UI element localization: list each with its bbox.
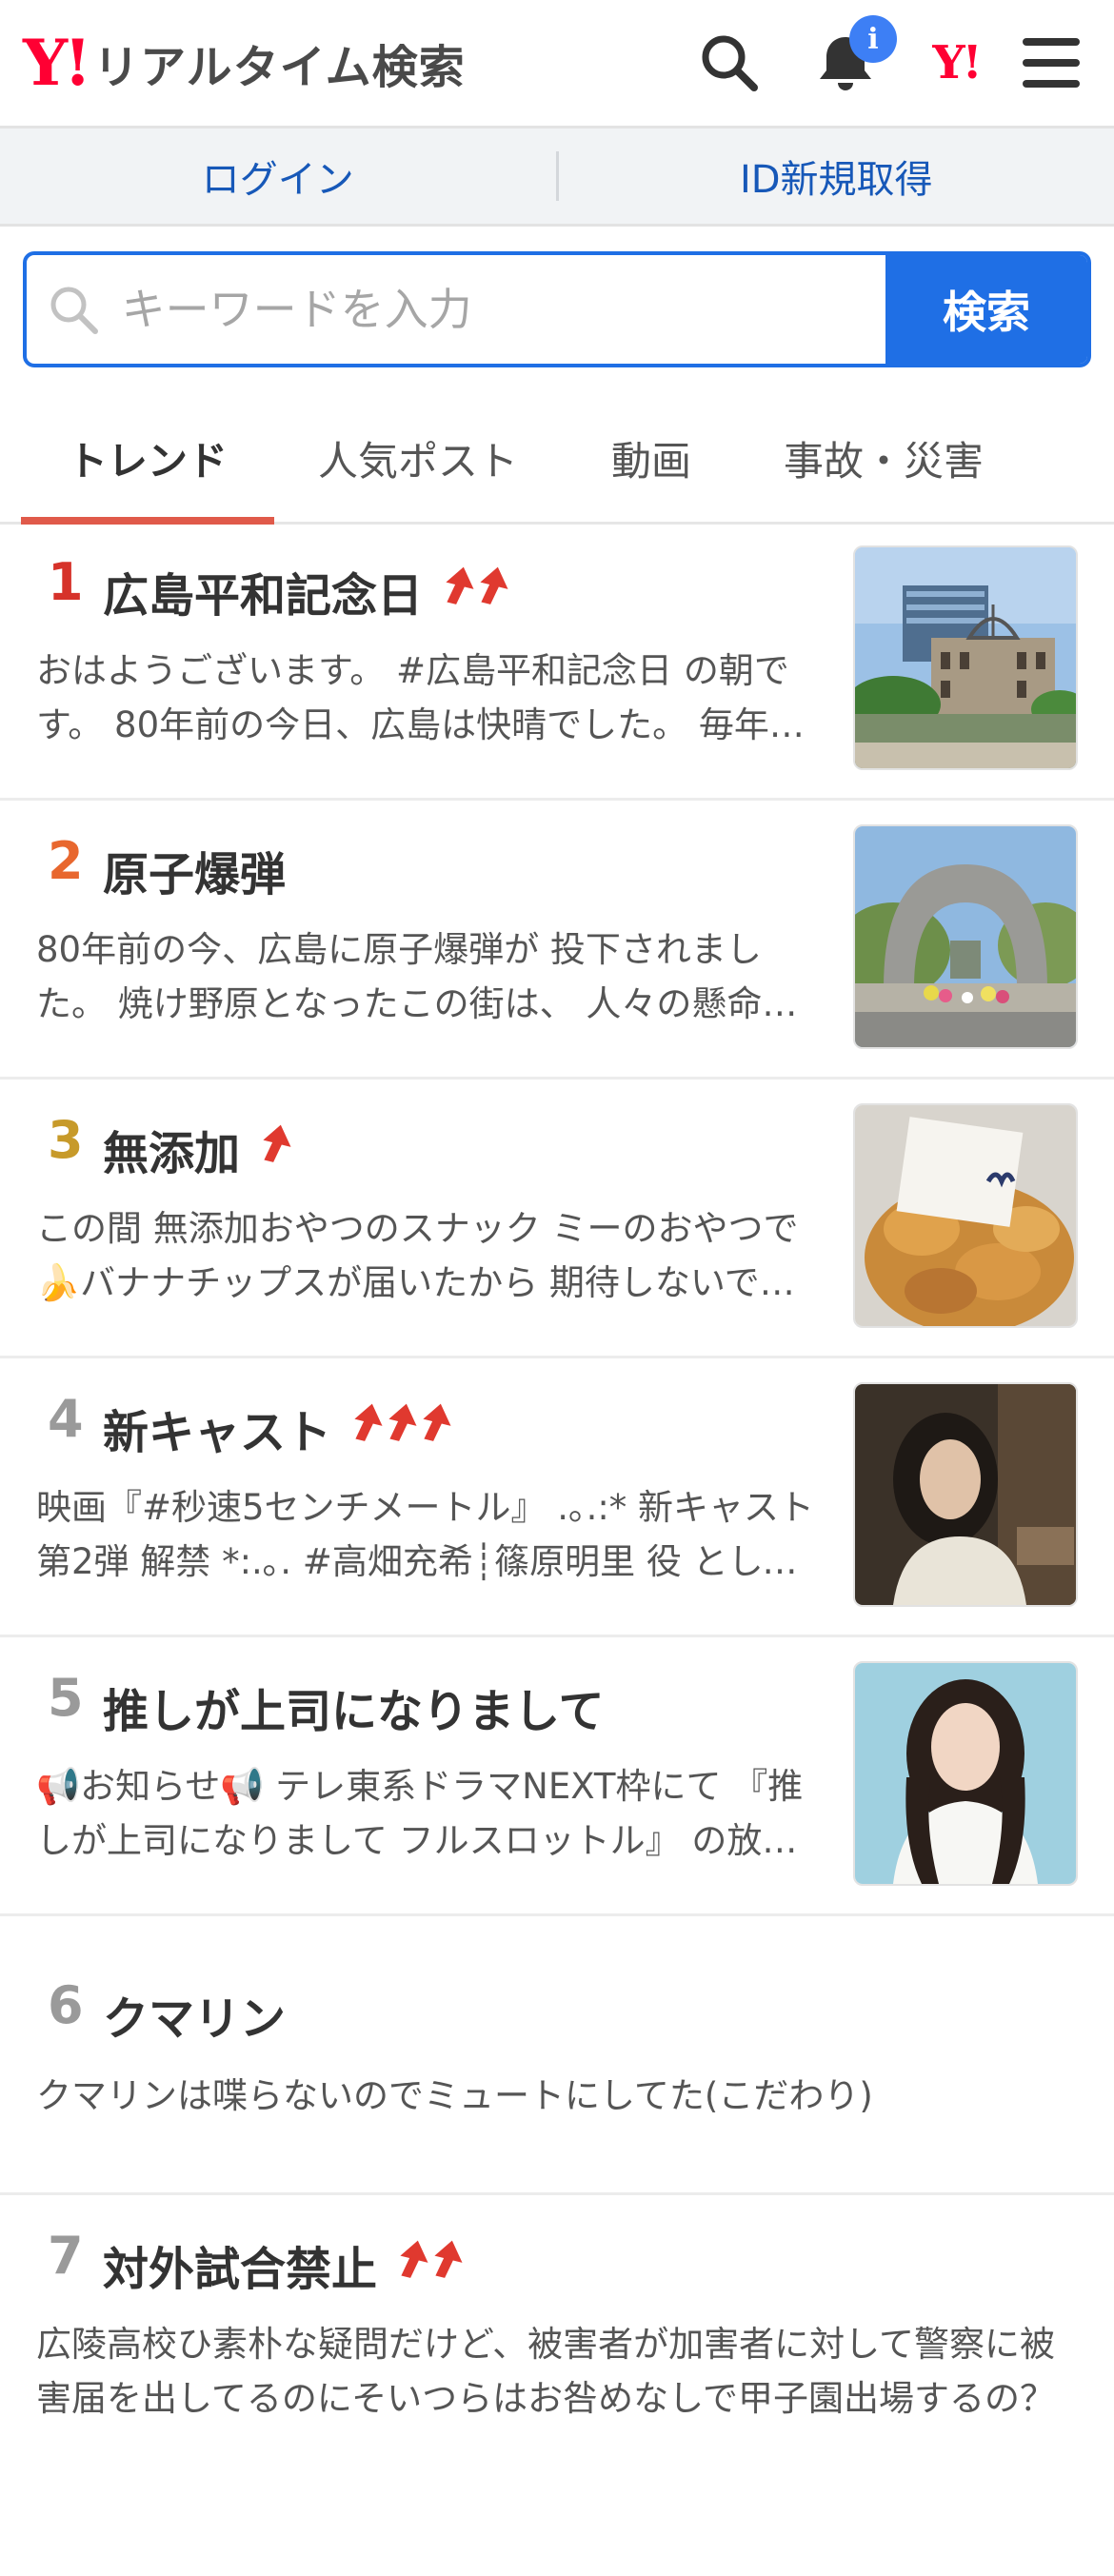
category-tabs: トレンド 人気ポスト 動画 事故・災害 — [0, 394, 1114, 525]
trend-rank: 1 — [48, 552, 84, 612]
app-header: Y! リアルタイム検索 i Y! — [0, 0, 1114, 129]
trend-up-arrow-icon — [415, 1401, 453, 1455]
trend-arrows — [438, 565, 507, 618]
trend-thumbnail-cenotaph[interactable] — [853, 824, 1078, 1049]
trend-arrows — [347, 1401, 449, 1455]
search-input[interactable] — [120, 283, 885, 336]
trend-snippet: 広陵高校ひ素朴な疑問だけど、被害者が加害者に対して警察に被害届を出してるのにそい… — [36, 2317, 1074, 2426]
trend-up-arrow-icon — [255, 1122, 293, 1176]
trend-title-row: 原子爆弾 — [103, 837, 301, 903]
search-field[interactable] — [27, 255, 885, 364]
trend-snippet: おはようございます。 #広島平和記念日 の朝です。 80年前の今日、広島は快晴で… — [36, 644, 817, 752]
trend-snippet: この間 無添加おやつのスナック ミーのおやつで🍌バナナチップスが届いたから 期待… — [36, 1201, 817, 1310]
trend-item[interactable]: 2 原子爆弾 80年前の今、広島に原子爆弾が 投下されました。 焼け野原となった… — [0, 801, 1114, 1080]
trend-rank: 3 — [48, 1110, 84, 1170]
trend-item[interactable]: 1 広島平和記念日 おはようございます。 #広島平和記念日 の朝です。 80年前… — [0, 522, 1114, 801]
trend-title: 無添加 — [103, 1116, 240, 1182]
trend-rank: 5 — [48, 1668, 84, 1728]
trend-title-row: クマリン — [103, 1981, 301, 2048]
trend-up-arrow-icon — [347, 1401, 385, 1455]
notification-bell-icon[interactable]: i — [809, 27, 882, 99]
search-button[interactable]: 検索 — [885, 255, 1087, 364]
trend-title: 対外試合禁止 — [103, 2231, 377, 2298]
trend-item[interactable]: 7 対外試合禁止 広陵高校ひ素朴な疑問だけど、被害者が加害者に対して警察に被害届… — [0, 2195, 1114, 2576]
tab-trend[interactable]: トレンド — [21, 394, 274, 522]
yahoo-japan-logo: Y! — [932, 36, 979, 89]
trend-up-arrow-icon — [472, 565, 510, 618]
account-bar: ログイン ID新規取得 — [0, 129, 1114, 227]
register-link[interactable]: ID新規取得 — [559, 129, 1114, 224]
trend-title-row: 新キャスト — [103, 1395, 449, 1461]
tab-popular-posts[interactable]: 人気ポスト — [291, 394, 545, 522]
yahoo-logo-mark: Y! — [23, 31, 88, 94]
search-bar: 検索 — [23, 251, 1091, 367]
trend-title: 広島平和記念日 — [103, 558, 423, 624]
trend-title: クマリン — [103, 1981, 286, 2048]
trend-item[interactable]: 5 推しが上司になりまして 📢お知らせ📢 テレ東系ドラマNEXT枠にて 『推しが… — [0, 1637, 1114, 1916]
trend-rank: 2 — [48, 831, 84, 891]
notification-badge: i — [849, 15, 897, 63]
trend-rank: 7 — [48, 2226, 84, 2286]
trend-thumbnail-banana-chips[interactable] — [853, 1103, 1078, 1328]
trend-thumbnail-actress[interactable] — [853, 1382, 1078, 1607]
app-logo[interactable]: Y! リアルタイム検索 — [23, 29, 466, 97]
tab-accidents-disasters[interactable]: 事故・災害 — [762, 394, 1005, 522]
trend-snippet: 📢お知らせ📢 テレ東系ドラマNEXT枠にて 『推しが上司になりまして フルスロッ… — [36, 1759, 817, 1868]
trend-arrows — [392, 2238, 461, 2291]
trend-thumbnail-drama-actress[interactable] — [853, 1661, 1078, 1886]
yahoo-japan-link[interactable]: Y! — [920, 27, 992, 99]
trend-title: 推しが上司になりまして — [103, 1674, 605, 1740]
tab-videos[interactable]: 動画 — [558, 394, 745, 522]
trend-up-arrow-icon — [438, 565, 476, 618]
trend-title: 原子爆弾 — [103, 837, 286, 903]
trend-snippet: クマリンは喋らないのでミュートにしてた(こだわり) — [36, 2069, 1074, 2123]
trend-arrows — [255, 1122, 289, 1176]
trend-item[interactable]: 6 クマリン クマリンは喋らないのでミュートにしてた(こだわり) — [0, 1916, 1114, 2195]
login-link[interactable]: ログイン — [0, 129, 556, 224]
trend-thumbnail-atomic-bomb-dome[interactable] — [853, 545, 1078, 770]
trend-snippet: 80年前の今、広島に原子爆弾が 投下されました。 焼け野原となったこの街は、 人… — [36, 922, 817, 1031]
trend-item[interactable]: 3 無添加 この間 無添加おやつのスナック ミーのおやつで🍌バナナチップスが届い… — [0, 1080, 1114, 1358]
trend-title-row: 対外試合禁止 — [103, 2231, 461, 2298]
trend-snippet: 映画『#秒速5センチメートル』 .｡.:* 新キャスト第2弾 解禁 *:.｡. … — [36, 1480, 817, 1589]
trend-up-arrow-icon — [392, 2238, 430, 2291]
search-icon[interactable] — [693, 27, 766, 99]
trend-list: 1 広島平和記念日 おはようございます。 #広島平和記念日 の朝です。 80年前… — [0, 522, 1114, 2576]
trend-up-arrow-icon — [381, 1401, 419, 1455]
trend-rank: 4 — [48, 1389, 84, 1449]
menu-icon[interactable] — [1015, 27, 1087, 99]
trend-title-row: 推しが上司になりまして — [103, 1674, 620, 1740]
trend-title-row: 広島平和記念日 — [103, 558, 507, 624]
search-field-icon — [27, 283, 120, 336]
app-title: リアルタイム検索 — [93, 30, 466, 96]
trend-title: 新キャスト — [103, 1395, 331, 1461]
trend-title-row: 無添加 — [103, 1116, 289, 1182]
trend-up-arrow-icon — [427, 2238, 465, 2291]
trend-item[interactable]: 4 新キャスト 映画『#秒速5センチメートル』 .｡.:* 新キャスト第2弾 解… — [0, 1358, 1114, 1637]
trend-rank: 6 — [48, 1975, 84, 2035]
